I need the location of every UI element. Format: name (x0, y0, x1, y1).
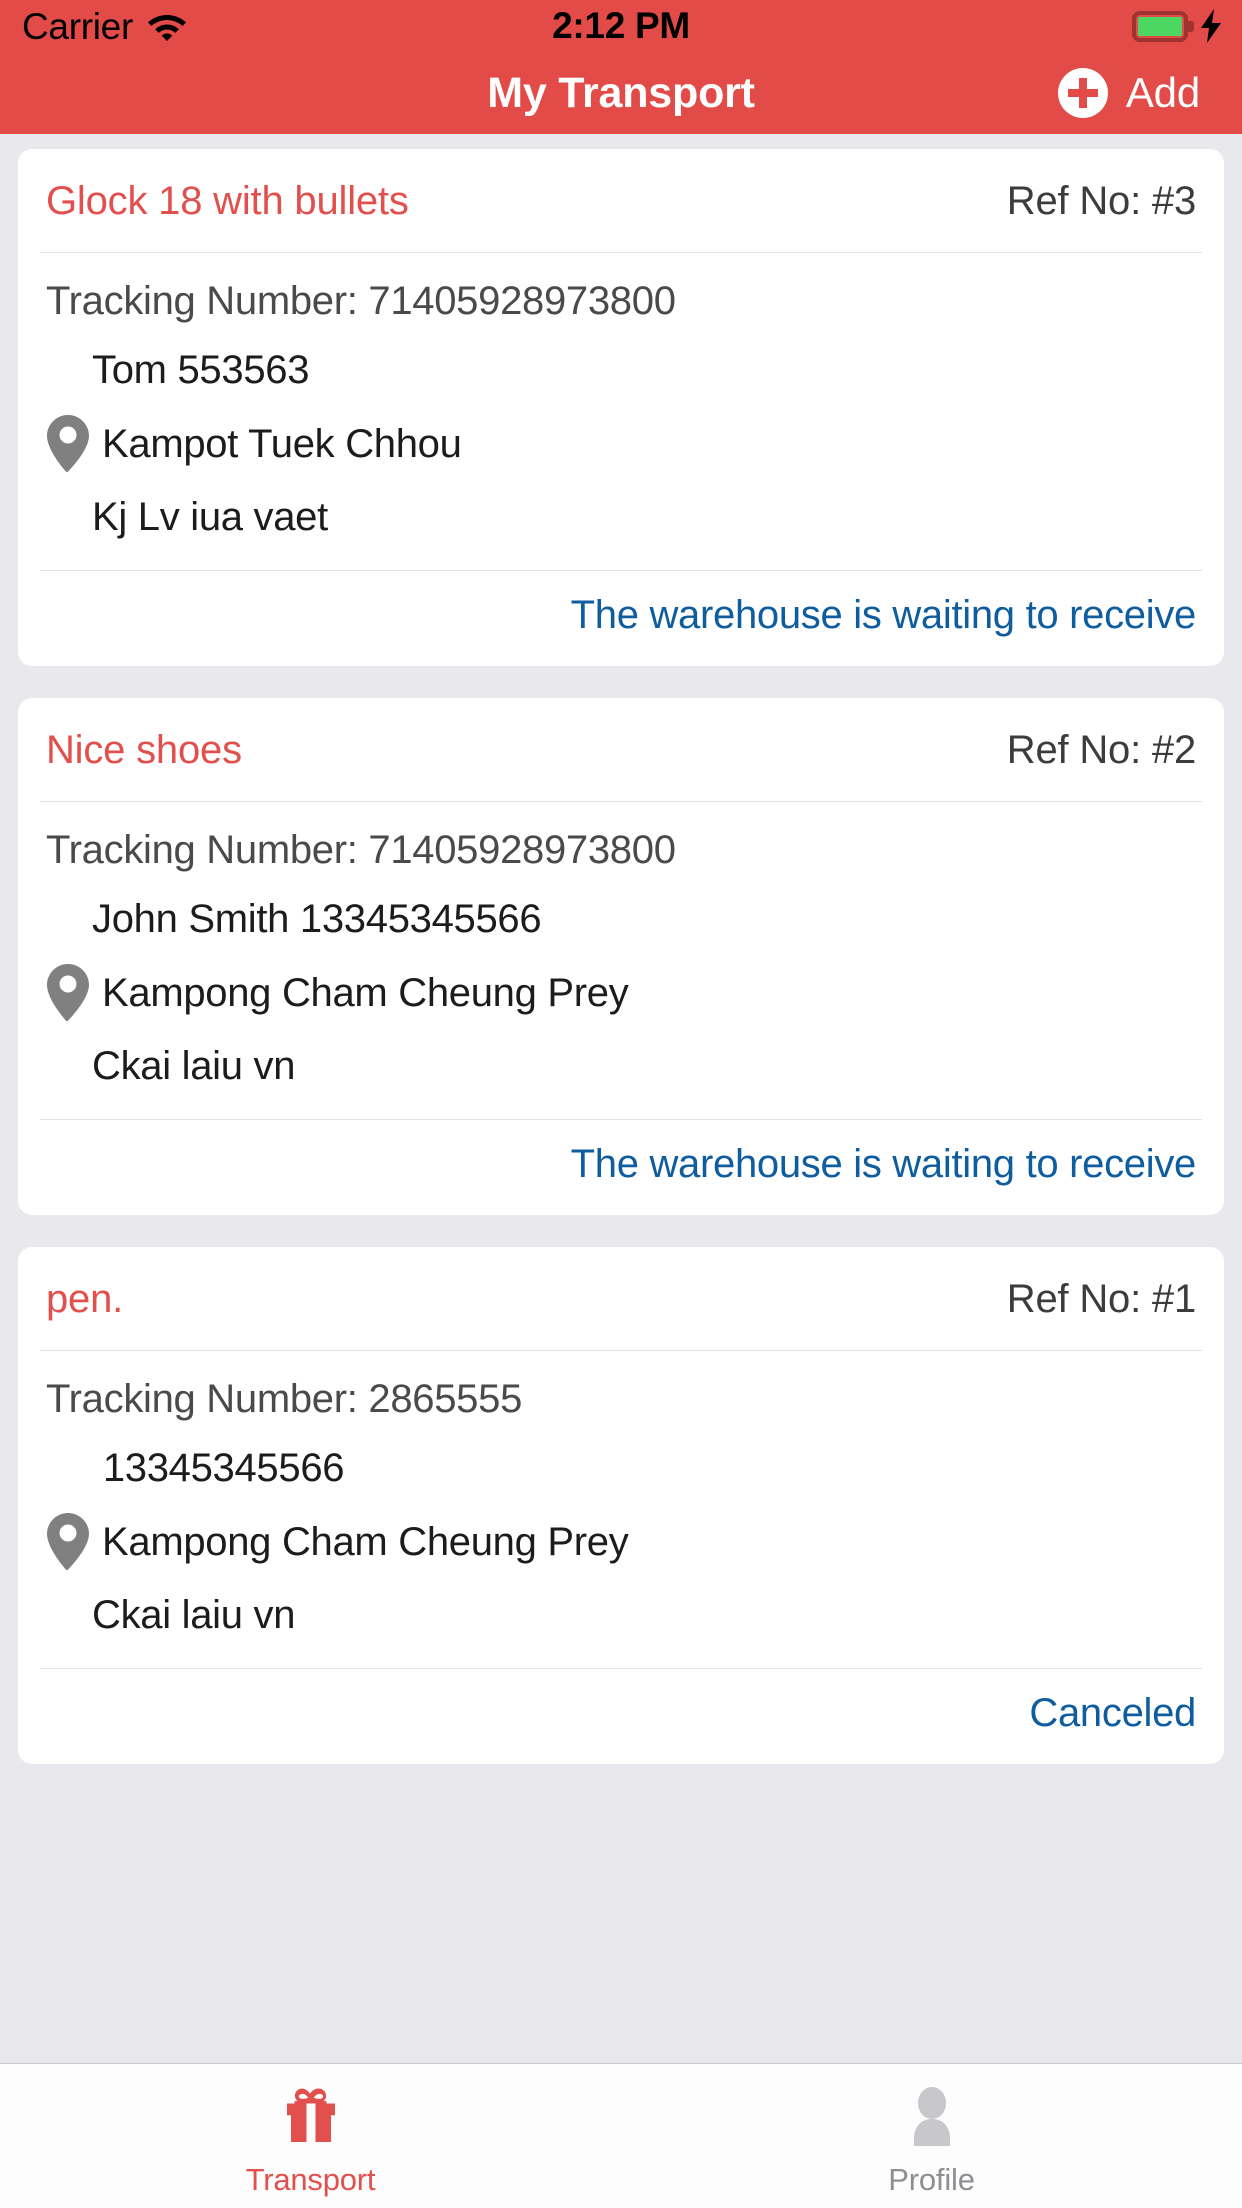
shipment-ref: Ref No: #2 (1006, 728, 1196, 772)
tab-profile[interactable]: Profile (621, 2064, 1242, 2208)
recipient-info: John Smith 13345345566 (92, 897, 542, 941)
tab-transport[interactable]: Transport (0, 2064, 621, 2208)
navigation-bar: My Transport Add (0, 52, 1242, 134)
tracking-number: Tracking Number: 2865555 (46, 1377, 523, 1421)
shipment-note: Kj Lv iua vaet (92, 495, 328, 539)
shipment-title: Glock 18 with bullets (46, 179, 409, 223)
plus-circle-icon (1057, 68, 1108, 118)
status-badge[interactable]: The warehouse is waiting to receive (571, 1142, 1197, 1187)
location-text: Kampot Tuek Chhou (102, 421, 462, 466)
status-bar-right (1132, 9, 1224, 43)
location-row: Kampong Cham Cheung Prey (46, 1513, 1196, 1571)
card-footer: The warehouse is waiting to receive (18, 571, 1224, 666)
status-badge[interactable]: Canceled (1029, 1691, 1196, 1736)
lightning-bolt-icon (1198, 9, 1224, 43)
status-badge[interactable]: The warehouse is waiting to receive (571, 593, 1197, 638)
recipient-info: 13345345566 (92, 1446, 345, 1490)
person-icon (899, 2084, 965, 2150)
add-button[interactable]: Add (1057, 52, 1200, 134)
card-footer: Canceled (18, 1669, 1224, 1764)
list-item[interactable]: pen. Ref No: #1 Tracking Number: 2865555… (18, 1247, 1224, 1764)
shipment-title: Nice shoes (46, 728, 242, 772)
shipment-ref: Ref No: #1 (1006, 1277, 1196, 1321)
shipment-ref: Ref No: #3 (1006, 179, 1196, 223)
card-header: pen. Ref No: #1 (18, 1247, 1224, 1350)
card-body: Tracking Number: 2865555 13345345566 Kam… (18, 1351, 1224, 1668)
app-screen: Carrier 2:12 PM My Transport Add Glock 1… (0, 0, 1242, 2208)
card-header: Nice shoes Ref No: #2 (18, 698, 1224, 801)
card-body: Tracking Number: 71405928973800 Tom 5535… (18, 253, 1224, 570)
shipment-note: Ckai laiu vn (92, 1044, 296, 1088)
location-row: Kampong Cham Cheung Prey (46, 964, 1196, 1022)
map-pin-icon (46, 1513, 90, 1571)
shipment-title: pen. (46, 1277, 124, 1321)
location-row: Kampot Tuek Chhou (46, 415, 1196, 473)
tab-bar: Transport Profile (0, 2063, 1242, 2208)
tab-transport-label: Transport (245, 2162, 376, 2197)
card-body: Tracking Number: 71405928973800 John Smi… (18, 802, 1224, 1119)
page-title: My Transport (487, 68, 755, 117)
status-bar: Carrier 2:12 PM (0, 0, 1242, 52)
map-pin-icon (46, 964, 90, 1022)
add-button-label: Add (1125, 69, 1200, 116)
tracking-number: Tracking Number: 71405928973800 (46, 828, 676, 872)
shipment-list[interactable]: Glock 18 with bullets Ref No: #3 Trackin… (0, 134, 1242, 2063)
tab-profile-label: Profile (888, 2162, 975, 2197)
list-item[interactable]: Glock 18 with bullets Ref No: #3 Trackin… (18, 149, 1224, 666)
shipment-note: Ckai laiu vn (92, 1593, 296, 1637)
battery-icon (1132, 10, 1194, 42)
card-header: Glock 18 with bullets Ref No: #3 (18, 149, 1224, 252)
clock-label: 2:12 PM (552, 5, 690, 46)
tracking-number: Tracking Number: 71405928973800 (46, 279, 676, 323)
location-text: Kampong Cham Cheung Prey (102, 970, 629, 1015)
location-text: Kampong Cham Cheung Prey (102, 1519, 629, 1564)
list-item[interactable]: Nice shoes Ref No: #2 Tracking Number: 7… (18, 698, 1224, 1215)
gift-icon (278, 2084, 344, 2150)
card-footer: The warehouse is waiting to receive (18, 1120, 1224, 1215)
map-pin-icon (46, 415, 90, 473)
recipient-info: Tom 553563 (92, 348, 310, 392)
